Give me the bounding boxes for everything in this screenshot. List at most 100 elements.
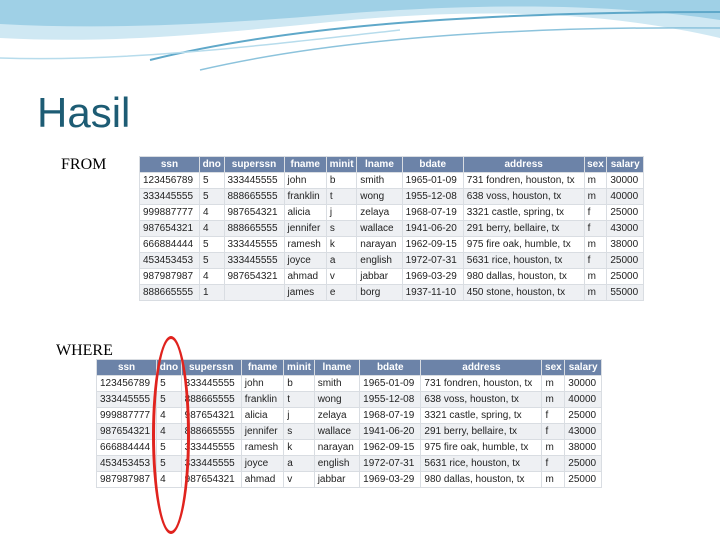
table-cell-lname: narayan (357, 237, 402, 252)
table-cell-lname: wallace (357, 221, 402, 236)
table-cell-bdate: 1968-07-19 (360, 408, 421, 423)
table-row: 333445555 5 888665555 franklin t wong 1955-12-… (140, 189, 643, 204)
column-header-address: address (421, 360, 542, 375)
table-cell-lname: english (357, 253, 402, 268)
table-cell-minit: k (284, 440, 314, 455)
table-cell-ssn: 888665555 (140, 285, 199, 300)
table-cell-fname: ahmad (241, 472, 284, 487)
table-cell-lname: smith (314, 376, 360, 391)
table-cell-dno: 5 (200, 173, 224, 188)
table-cell-ssn: 666884444 (97, 440, 157, 455)
table-cell-ssn: 666884444 (140, 237, 199, 252)
table-cell-dno: 4 (200, 269, 224, 284)
table-cell-lname: jabbar (314, 472, 360, 487)
column-header-salary: salary (607, 157, 643, 172)
table-cell-salary: 25000 (607, 253, 643, 268)
table-cell-superssn: 333445555 (224, 173, 284, 188)
table-cell-bdate: 1965-01-09 (402, 173, 463, 188)
table-cell-address: 980 dallas, houston, tx (463, 269, 584, 284)
table-cell-fname: jennifer (284, 221, 326, 236)
table-cell-ssn: 999887777 (140, 205, 199, 220)
table-cell-fname: alicia (284, 205, 326, 220)
table-cell-address: 3321 castle, spring, tx (463, 205, 584, 220)
table-cell-minit: s (326, 221, 357, 236)
table-cell-address: 975 fire oak, humble, tx (421, 440, 542, 455)
table-cell-address: 3321 castle, spring, tx (421, 408, 542, 423)
table-cell-fname: franklin (284, 189, 326, 204)
table-cell-dno: 5 (200, 237, 224, 252)
table-cell-fname: ahmad (284, 269, 326, 284)
table-cell-salary: 40000 (565, 392, 601, 407)
table-cell-fname: ramesh (284, 237, 326, 252)
table-row: 123456789 5 333445555 john b smith 1965-01-09 7… (140, 173, 643, 188)
table-cell-superssn: 888665555 (224, 221, 284, 236)
table-cell-fname: jennifer (241, 424, 284, 439)
table-cell-bdate: 1972-07-31 (360, 456, 421, 471)
table-cell-bdate: 1941-06-20 (402, 221, 463, 236)
column-header-minit: minit (326, 157, 357, 172)
column-header-fname: fname (241, 360, 284, 375)
table-cell-lname: zelaya (357, 205, 402, 220)
table-cell-sex: m (542, 376, 565, 391)
table-cell-bdate: 1969-03-29 (402, 269, 463, 284)
table-cell-address: 5631 rice, houston, tx (421, 456, 542, 471)
table-cell-minit: a (326, 253, 357, 268)
table-cell-fname: franklin (241, 392, 284, 407)
column-header-lname: lname (357, 157, 402, 172)
table-cell-salary: 40000 (607, 189, 643, 204)
table-cell-minit: t (326, 189, 357, 204)
column-header-bdate: bdate (402, 157, 463, 172)
table-cell-fname: john (241, 376, 284, 391)
table-cell-bdate: 1941-06-20 (360, 424, 421, 439)
table-cell-fname: john (284, 173, 326, 188)
table-cell-superssn: 987654321 (181, 408, 241, 423)
table-cell-bdate: 1969-03-29 (360, 472, 421, 487)
table-cell-salary: 43000 (607, 221, 643, 236)
table-cell-fname: joyce (241, 456, 284, 471)
table-cell-sex: f (584, 205, 607, 220)
table-cell-superssn: 888665555 (181, 424, 241, 439)
from-label: FROM (61, 156, 107, 173)
column-header-ssn: ssn (140, 157, 199, 172)
table-cell-superssn: 987654321 (224, 269, 284, 284)
table-cell-salary: 25000 (607, 205, 643, 220)
table-cell-lname: smith (357, 173, 402, 188)
column-header-ssn: ssn (97, 360, 157, 375)
column-header-salary: salary (565, 360, 601, 375)
table-cell-bdate: 1955-12-08 (402, 189, 463, 204)
table-cell-address: 291 berry, bellaire, tx (421, 424, 542, 439)
table-cell-minit: t (284, 392, 314, 407)
table-header-row: ssn dno superssn fname minit lname bdate addres… (140, 157, 643, 172)
table-cell-address: 5631 rice, houston, tx (463, 253, 584, 268)
table-cell-ssn: 123456789 (140, 173, 199, 188)
table-cell-fname: joyce (284, 253, 326, 268)
table-cell-lname: narayan (314, 440, 360, 455)
table-cell-address: 638 voss, houston, tx (463, 189, 584, 204)
table-cell-lname: jabbar (357, 269, 402, 284)
table-row: 987987987 4 987654321 ahmad v jabbar 1969-03-2… (140, 269, 643, 284)
table-cell-superssn: 987654321 (224, 205, 284, 220)
table-cell-sex: m (584, 189, 607, 204)
table-cell-ssn: 333445555 (97, 392, 157, 407)
table-row: 453453453 5 333445555 joyce a english 1972-07-… (140, 253, 643, 268)
table-cell-address: 638 voss, houston, tx (421, 392, 542, 407)
table-cell-sex: f (584, 221, 607, 236)
table-cell-superssn: 333445555 (181, 376, 241, 391)
table-cell-superssn: 333445555 (181, 456, 241, 471)
column-header-fname: fname (284, 157, 326, 172)
table-cell-sex: m (584, 237, 607, 252)
table-cell-bdate: 1955-12-08 (360, 392, 421, 407)
table-cell-superssn: 333445555 (224, 253, 284, 268)
table-cell-sex: m (542, 392, 565, 407)
table-cell-address: 731 fondren, houston, tx (463, 173, 584, 188)
table-cell-lname: borg (357, 285, 402, 300)
table-cell-ssn: 987654321 (97, 424, 157, 439)
table-cell-superssn: 888665555 (181, 392, 241, 407)
slide-title: Hasil (37, 89, 131, 136)
table-cell-bdate: 1965-01-09 (360, 376, 421, 391)
table-cell-minit: j (326, 205, 357, 220)
table-cell-dno: 4 (200, 205, 224, 220)
table-cell-address: 291 berry, bellaire, tx (463, 221, 584, 236)
table-cell-salary: 38000 (565, 440, 601, 455)
table-cell-dno: 5 (200, 253, 224, 268)
